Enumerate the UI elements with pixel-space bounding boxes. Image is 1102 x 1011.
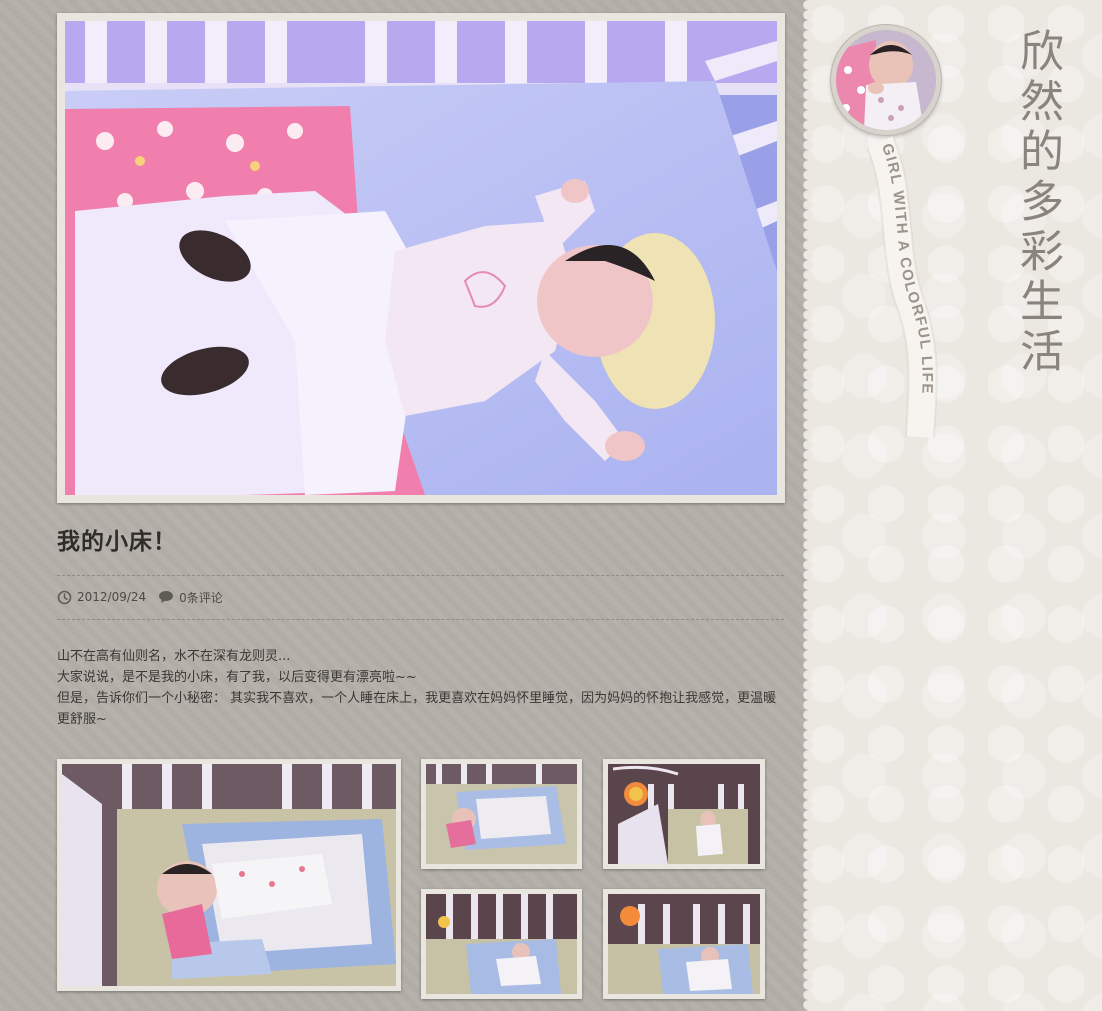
gallery-photo-5[interactable] bbox=[603, 889, 765, 999]
blog-title[interactable]: 欣然的多彩生活 bbox=[996, 28, 1066, 378]
meta-divider-bottom bbox=[57, 619, 784, 620]
gallery-photo-2[interactable] bbox=[421, 759, 582, 869]
gallery-photo-3[interactable] bbox=[603, 759, 765, 869]
post-meta: 2012/09/24 0条评论 bbox=[57, 588, 235, 606]
gallery-photo-5-image[interactable] bbox=[608, 894, 760, 994]
post-body-line: 山不在高有仙则名，水不在深有龙则灵... bbox=[57, 649, 291, 664]
post-comments[interactable]: 0条评论 bbox=[158, 589, 223, 606]
gallery-photo-2-image[interactable] bbox=[426, 764, 577, 864]
scalloped-edge bbox=[802, 0, 814, 1011]
avatar-image[interactable] bbox=[836, 30, 936, 130]
gallery-photo-large-image[interactable] bbox=[62, 764, 396, 986]
post-comments-text[interactable]: 0条评论 bbox=[179, 589, 223, 606]
post-body-line: 大家说说，是不是我的小床，有了我，以后变得更有漂亮啦~~ bbox=[57, 670, 417, 685]
post-date: 2012/09/24 bbox=[57, 590, 146, 605]
hero-photo[interactable] bbox=[65, 21, 777, 495]
gallery-photo-4[interactable] bbox=[421, 889, 582, 999]
meta-divider-top bbox=[57, 575, 784, 576]
hero-photo-frame[interactable] bbox=[57, 13, 785, 503]
clock-icon bbox=[57, 590, 72, 604]
post-body-line: 但是，告诉你们一个小秘密： 其实我不喜欢，一个人睡在床上，我更喜欢在妈妈怀里睡觉… bbox=[57, 691, 777, 727]
gallery-photo-4-image[interactable] bbox=[426, 894, 577, 994]
speech-bubble-icon bbox=[159, 591, 174, 603]
post-body: 山不在高有仙则名，水不在深有龙则灵... 大家说说，是不是我的小床，有了我，以后… bbox=[57, 646, 777, 730]
post-title[interactable]: 我的小床！ bbox=[57, 522, 177, 556]
subtitle-ribbon: GIRL WITH A COLORFUL LIFE bbox=[866, 135, 938, 438]
avatar[interactable] bbox=[831, 25, 941, 135]
gallery-photo-3-image[interactable] bbox=[608, 764, 760, 864]
gallery-photo-large[interactable] bbox=[57, 759, 401, 991]
post-date-text: 2012/09/24 bbox=[77, 590, 147, 604]
